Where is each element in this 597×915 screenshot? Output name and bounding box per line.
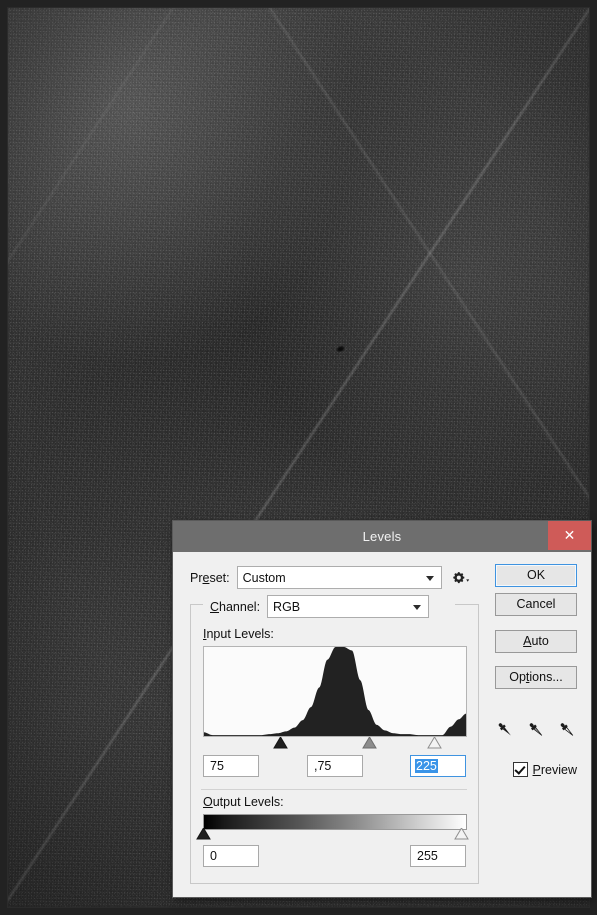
- dialog-title: Levels: [362, 529, 402, 544]
- input-histogram[interactable]: [203, 646, 467, 737]
- white-point-eyedropper-icon[interactable]: [557, 720, 577, 740]
- eyedropper-row: [495, 720, 577, 740]
- preset-label: Preset:: [190, 570, 230, 585]
- input-gamma-field[interactable]: ,75: [307, 755, 363, 777]
- channel-select-value: RGB: [273, 599, 301, 614]
- input-white-point-field[interactable]: 225: [410, 755, 466, 777]
- channel-label: Channel:: [210, 599, 261, 614]
- options-button[interactable]: Options...: [495, 666, 577, 689]
- chevron-down-icon: [413, 604, 422, 610]
- channel-select[interactable]: RGB: [267, 595, 430, 618]
- input-levels-slider[interactable]: [203, 736, 467, 751]
- gray-point-eyedropper-icon[interactable]: [526, 720, 546, 740]
- input-white-point-value: 225: [415, 759, 438, 773]
- preset-select-value: Custom: [242, 570, 286, 585]
- auto-button[interactable]: Auto: [495, 630, 577, 653]
- input-black-point-field[interactable]: 75: [203, 755, 259, 777]
- preview-checkbox-row[interactable]: Preview: [512, 762, 577, 777]
- dialog-body: Preset: Custom Channel: RGB Input Levels…: [173, 552, 591, 897]
- input-levels-label: Input Levels:: [203, 627, 274, 641]
- input-black-point-value: 75: [210, 759, 224, 773]
- texture-blemish: [335, 344, 346, 354]
- output-black-point-value: 0: [210, 849, 217, 863]
- levels-dialog: Levels ✕ Preset: Custom Channel: RGB Inp…: [173, 521, 591, 897]
- input-gamma-value: ,75: [314, 759, 332, 773]
- chevron-down-icon: [425, 575, 434, 581]
- preset-select[interactable]: Custom: [236, 566, 442, 589]
- output-black-point-field[interactable]: 0: [203, 845, 259, 867]
- dialog-button-column: OK Cancel Auto Options...: [495, 564, 577, 689]
- gear-icon[interactable]: [451, 568, 473, 588]
- close-icon[interactable]: ✕: [548, 521, 591, 550]
- ok-button[interactable]: OK: [495, 564, 577, 587]
- output-levels-slider[interactable]: [196, 827, 469, 842]
- output-white-point-value: 255: [417, 849, 438, 863]
- channel-row: Channel: RGB: [207, 595, 433, 618]
- levels-adjust-group: Channel: RGB Input Levels: 75 ,75 225 Ou…: [190, 595, 479, 884]
- black-point-eyedropper-icon[interactable]: [495, 720, 515, 740]
- output-levels-label: Output Levels:: [203, 795, 284, 809]
- output-white-point-field[interactable]: 255: [410, 845, 466, 867]
- preview-label: Preview: [532, 762, 577, 777]
- preset-row: Preset: Custom: [190, 566, 480, 589]
- group-divider: [201, 789, 467, 790]
- preview-checkbox[interactable]: [512, 762, 528, 777]
- cancel-button[interactable]: Cancel: [495, 593, 577, 616]
- dialog-title-bar: Levels ✕: [173, 521, 591, 552]
